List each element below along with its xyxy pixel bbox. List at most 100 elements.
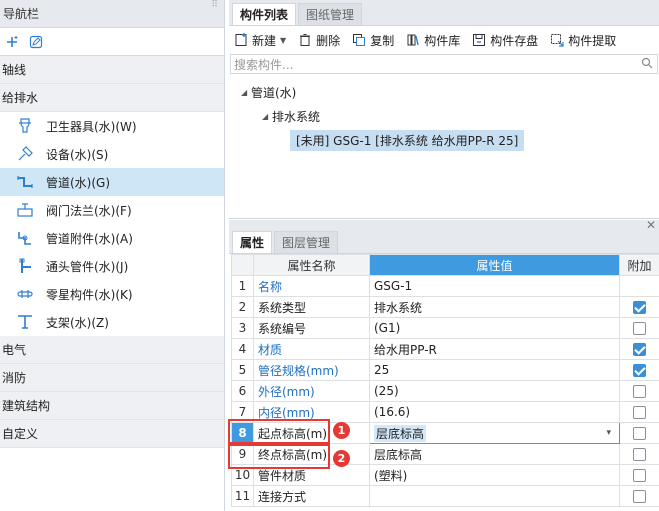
- property-value[interactable]: 层底标高: [369, 443, 620, 465]
- nav-category-fire[interactable]: 消防: [0, 364, 224, 392]
- add-sparkle-icon[interactable]: [4, 34, 20, 50]
- panel-grip-icon[interactable]: ⠿: [211, 0, 218, 10]
- delete-button[interactable]: 删除: [297, 32, 340, 49]
- extra-checkbox[interactable]: [633, 385, 646, 398]
- nav-category-label: 电气: [2, 343, 27, 357]
- property-name-header[interactable]: 属性名称: [253, 254, 370, 276]
- nav-category-structure[interactable]: 建筑结构: [0, 392, 224, 420]
- extra-checkbox[interactable]: [633, 322, 646, 335]
- new-button[interactable]: 新建 ▼: [233, 32, 286, 49]
- property-value[interactable]: 层底标高 ▾: [369, 422, 620, 444]
- property-value[interactable]: (G1): [369, 317, 620, 339]
- property-row[interactable]: 3 系统编号 (G1): [231, 317, 659, 339]
- component-library-button[interactable]: 构件库: [405, 32, 460, 49]
- property-name: 外径(mm): [253, 380, 370, 402]
- navigation-panel: 导航栏 ⠿ 轴线 给排水 卫生器具(水)(W) 设备(水)(S) 管道(水)(G…: [0, 0, 225, 511]
- component-search-input[interactable]: 搜索构件...: [230, 54, 658, 74]
- extra-checkbox[interactable]: [633, 406, 646, 419]
- tab-component-list[interactable]: 构件列表: [232, 3, 297, 25]
- nav-item-pipe-fitting[interactable]: 管道附件(水)(A): [0, 224, 224, 252]
- property-tabs: ✕ 属性 图层管理: [229, 218, 659, 254]
- property-value[interactable]: 排水系统: [369, 296, 620, 318]
- property-value[interactable]: GSG-1: [369, 275, 620, 297]
- nav-category-water[interactable]: 给排水: [0, 84, 224, 112]
- equipment-icon: [14, 143, 36, 165]
- tab-layer-management[interactable]: 图层管理: [274, 231, 339, 253]
- close-icon[interactable]: ✕: [646, 218, 656, 232]
- component-tree: ◢ 管道(水) ◢ 排水系统 [未用] GSG-1 [排水系统 给水用PP-R …: [229, 74, 659, 152]
- tree-node-component[interactable]: [未用] GSG-1 [排水系统 给水用PP-R 25]: [229, 128, 659, 152]
- nav-category-custom[interactable]: 自定义: [0, 420, 224, 448]
- extra-checkbox[interactable]: [633, 469, 646, 482]
- nav-item-equipment[interactable]: 设备(水)(S): [0, 140, 224, 168]
- property-value[interactable]: 给水用PP-R: [369, 338, 620, 360]
- property-extra-header[interactable]: 附加: [619, 254, 659, 276]
- nav-item-valve[interactable]: 阀门法兰(水)(F): [0, 196, 224, 224]
- extra-checkbox[interactable]: [633, 490, 646, 503]
- property-name: 材质: [253, 338, 370, 360]
- nav-item-label: 管道附件(水)(A): [46, 231, 133, 246]
- nav-item-tee[interactable]: 通头管件(水)(J): [0, 252, 224, 280]
- nav-title-bar: 导航栏 ⠿: [0, 0, 224, 28]
- nav-toolbar: [0, 28, 224, 56]
- nav-category-electrical[interactable]: 电气: [0, 336, 224, 364]
- property-row[interactable]: 1 名称 GSG-1: [231, 275, 659, 297]
- property-value-header[interactable]: 属性值: [369, 254, 620, 276]
- nav-item-sanitary[interactable]: 卫生器具(水)(W): [0, 112, 224, 140]
- search-icon[interactable]: [641, 57, 653, 72]
- property-row[interactable]: 5 管径规格(mm) 25: [231, 359, 659, 381]
- nav-category-label: 给排水: [2, 91, 39, 105]
- expand-triangle-icon[interactable]: ◢: [262, 112, 272, 121]
- property-row[interactable]: 11 连接方式: [231, 485, 659, 507]
- nav-item-pipe[interactable]: 管道(水)(G): [0, 168, 224, 196]
- component-toolbar: 新建 ▼ 删除 复制 构件库 构件存盘 构件提取: [229, 26, 659, 54]
- tab-properties[interactable]: 属性: [232, 231, 273, 253]
- edit-icon[interactable]: [28, 34, 44, 50]
- property-row[interactable]: 6 外径(mm) (25): [231, 380, 659, 402]
- tree-node-label: 排水系统: [272, 109, 321, 124]
- copy-icon: [351, 32, 367, 48]
- nav-item-misc[interactable]: 零星构件(水)(K): [0, 280, 224, 308]
- property-extra-cell: [619, 359, 659, 381]
- property-value[interactable]: [369, 485, 620, 507]
- nav-category-label: 消防: [2, 371, 27, 385]
- property-value[interactable]: (16.6): [369, 401, 620, 423]
- nav-item-bracket[interactable]: 支架(水)(Z): [0, 308, 224, 336]
- row-number: 2: [231, 296, 254, 318]
- extra-checkbox[interactable]: [633, 427, 646, 440]
- new-file-icon: [233, 32, 249, 48]
- pipe-fitting-icon: [14, 227, 36, 249]
- property-row[interactable]: 4 材质 给水用PP-R: [231, 338, 659, 360]
- property-value-editor[interactable]: 层底标高: [374, 424, 427, 442]
- save-disk-icon: [471, 32, 487, 48]
- component-save-label: 构件存盘: [490, 33, 539, 48]
- annotation-badge: 2: [333, 450, 350, 467]
- property-value[interactable]: (塑料): [369, 464, 620, 486]
- property-value[interactable]: (25): [369, 380, 620, 402]
- property-row[interactable]: 2 系统类型 排水系统: [231, 296, 659, 318]
- extra-checkbox[interactable]: [633, 343, 646, 356]
- nav-item-label: 卫生器具(水)(W): [46, 119, 137, 134]
- tree-node-label: 管道(水): [251, 85, 297, 100]
- tree-node-pipe[interactable]: ◢ 管道(水): [229, 80, 659, 104]
- component-save-button[interactable]: 构件存盘: [471, 32, 538, 49]
- property-extra-cell: [619, 296, 659, 318]
- extra-checkbox[interactable]: [633, 364, 646, 377]
- component-extract-button[interactable]: 构件提取: [549, 32, 616, 49]
- extra-checkbox[interactable]: [633, 448, 646, 461]
- expand-triangle-icon[interactable]: ◢: [241, 88, 251, 97]
- panel-splitter[interactable]: [229, 218, 659, 219]
- copy-button[interactable]: 复制: [351, 32, 394, 49]
- tab-drawing-management[interactable]: 图纸管理: [298, 3, 363, 25]
- row-number: 3: [231, 317, 254, 339]
- nav-category-axis[interactable]: 轴线: [0, 56, 224, 84]
- property-name: 系统编号: [253, 317, 370, 339]
- tree-node-drainage[interactable]: ◢ 排水系统: [229, 104, 659, 128]
- property-value[interactable]: 25: [369, 359, 620, 381]
- extra-checkbox[interactable]: [633, 301, 646, 314]
- property-extra-cell: [619, 422, 659, 444]
- nav-category-label: 轴线: [2, 63, 27, 77]
- dropdown-arrow-icon[interactable]: ▾: [606, 428, 611, 438]
- chevron-down-icon[interactable]: ▼: [280, 36, 286, 45]
- nav-item-label: 设备(水)(S): [46, 147, 109, 162]
